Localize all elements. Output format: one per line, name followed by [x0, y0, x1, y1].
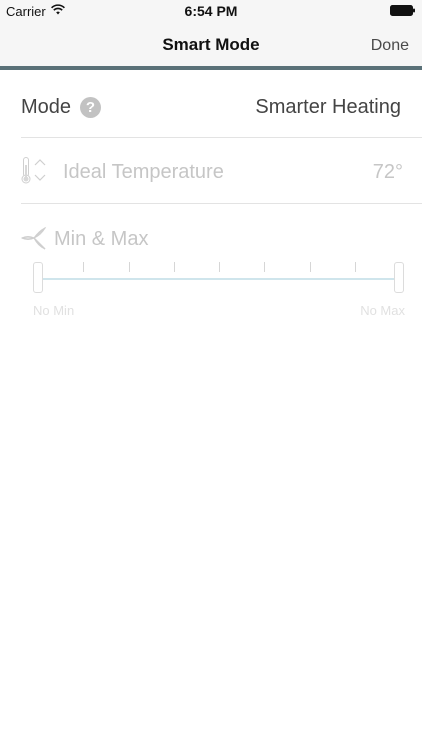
- min-max-section: Min & Max No Min No Max: [21, 204, 422, 334]
- slider-tick: [310, 262, 311, 272]
- slider-tick: [129, 262, 130, 272]
- status-bar: Carrier 6:54 PM: [0, 0, 422, 22]
- slider-tick: [174, 262, 175, 272]
- slider-tick: [264, 262, 265, 272]
- max-slider-handle[interactable]: [394, 262, 404, 293]
- mode-label: Mode: [21, 96, 72, 118]
- min-slider-handle[interactable]: [33, 262, 43, 293]
- ideal-temperature-label: Ideal Temperature: [63, 161, 224, 183]
- status-time: 6:54 PM: [184, 3, 238, 19]
- mode-row[interactable]: Mode ? Smarter Heating: [21, 70, 422, 138]
- ideal-temperature-value: 72°: [372, 161, 403, 183]
- battery-icon: [390, 5, 415, 16]
- question-icon[interactable]: ?: [80, 97, 101, 118]
- fan-icon: [21, 226, 47, 250]
- thermometer-icon: [21, 157, 31, 184]
- no-min-label: No Min: [33, 303, 75, 318]
- ideal-temperature-row[interactable]: Ideal Temperature 72°: [21, 138, 422, 204]
- done-button[interactable]: Done: [371, 37, 409, 55]
- slider-tick: [219, 262, 220, 272]
- slider-tick: [83, 262, 84, 272]
- no-max-label: No Max: [360, 303, 405, 318]
- page-title: Smart Mode: [162, 35, 260, 54]
- navigation-bar: Smart Mode Done: [0, 22, 422, 66]
- mode-value[interactable]: Smarter Heating: [255, 96, 401, 119]
- slider-tick: [355, 262, 356, 272]
- range-slider-track[interactable]: [38, 278, 400, 280]
- up-down-chevron-icon[interactable]: [34, 158, 46, 182]
- min-max-label: Min & Max: [54, 228, 149, 250]
